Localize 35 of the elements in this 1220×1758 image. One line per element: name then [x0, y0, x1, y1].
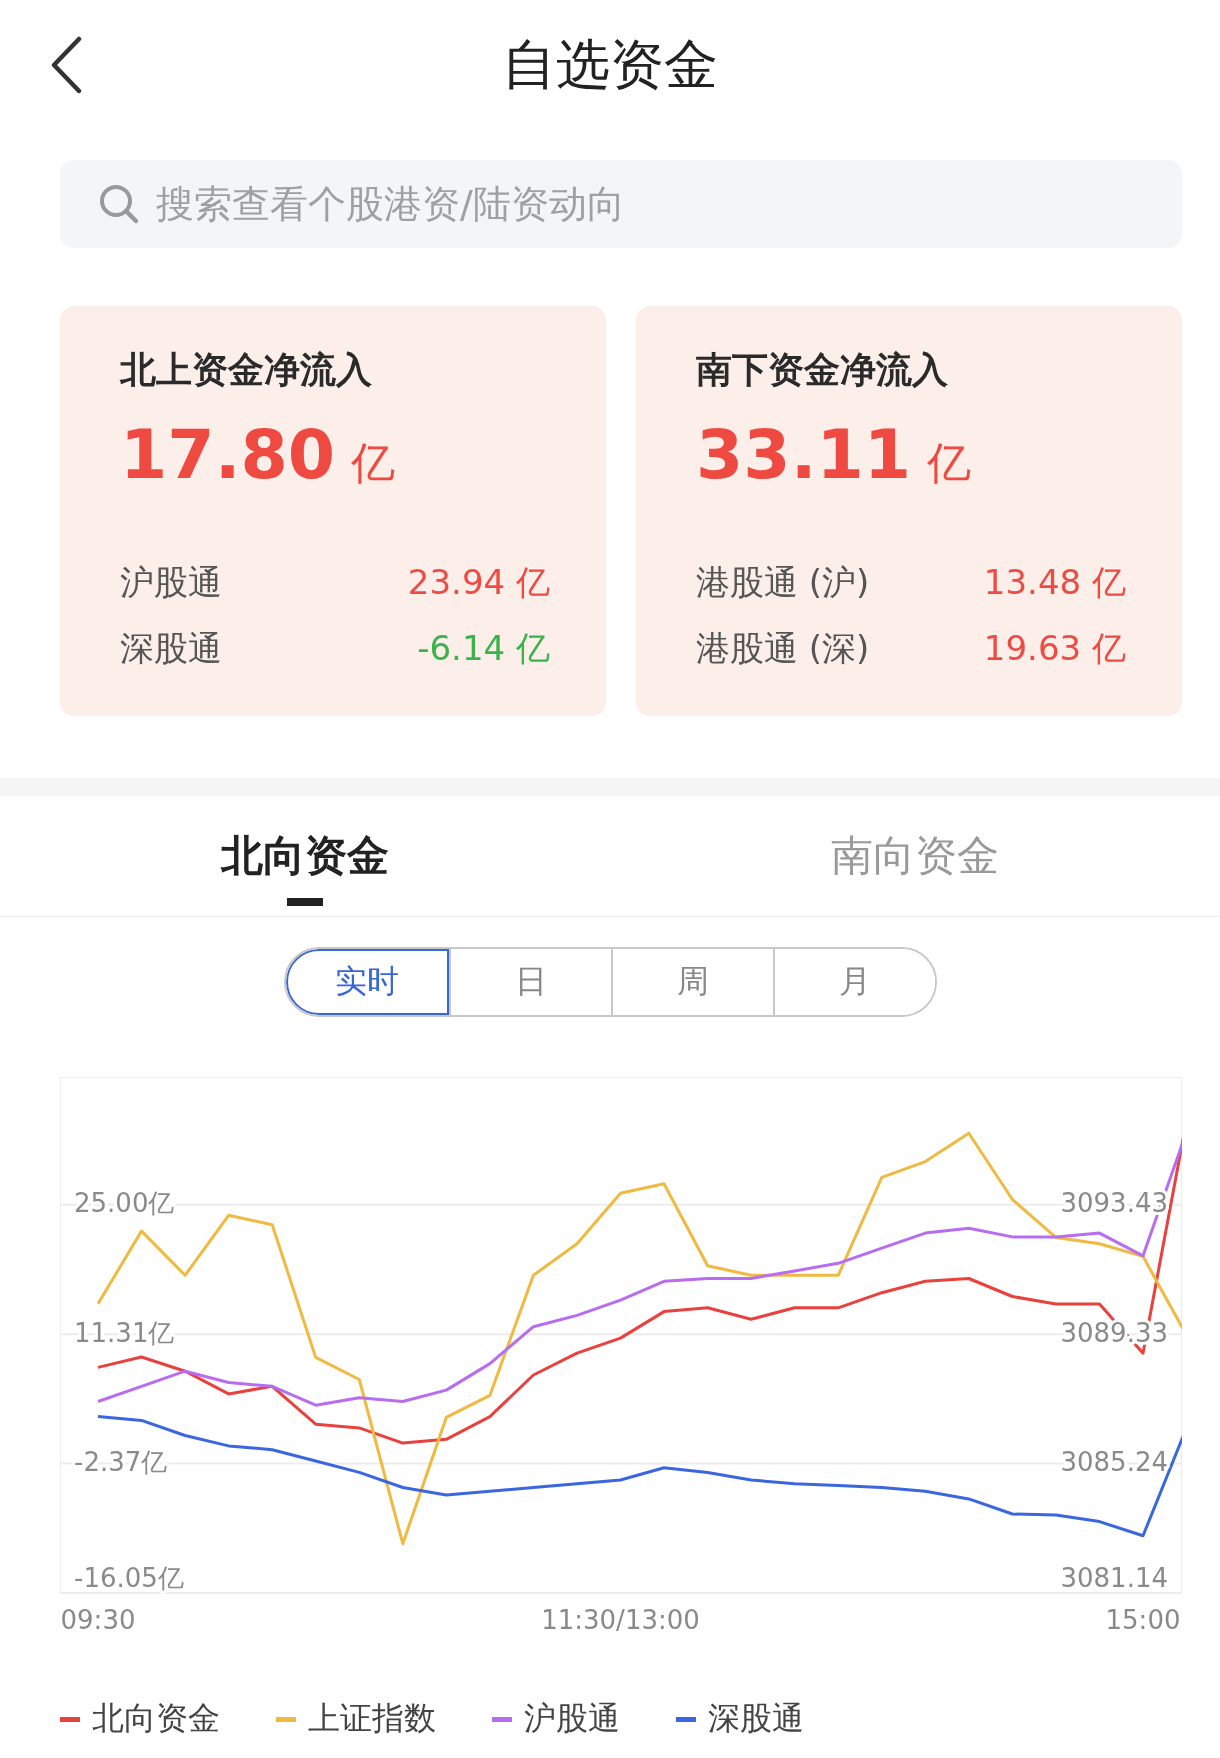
channel-label: 港股通 (深) [696, 627, 870, 670]
unit-label: 亿 [927, 436, 972, 490]
legend-label: 深股通 [708, 1698, 804, 1739]
legend-label: 上证指数 [308, 1698, 436, 1739]
axis-label: 25.00亿 [74, 1188, 175, 1219]
time-label: 15:00 [1105, 1605, 1181, 1635]
search-icon [98, 183, 140, 225]
axis-label: 11.31亿 [74, 1317, 175, 1348]
unit-label: 亿 [351, 436, 396, 490]
channel-value: -6.14 亿 [417, 627, 550, 670]
channel-value: 13.48 亿 [983, 561, 1126, 604]
channel-value: 23.94 亿 [407, 561, 550, 604]
net-inflow-value: 33.11 [696, 415, 912, 494]
axis-label: 3085.24 [1060, 1447, 1168, 1478]
legend-label: 沪股通 [524, 1698, 620, 1739]
axis-label: -16.05亿 [74, 1562, 184, 1593]
channel-label: 沪股通 [120, 561, 222, 604]
axis-label: 3081.14 [1060, 1562, 1168, 1593]
card-title: 北上资金净流入 [120, 348, 373, 392]
channel-value: 19.63 亿 [983, 627, 1126, 670]
channel-label: 深股通 [120, 627, 222, 670]
tab[interactable]: 北向资金 [0, 796, 610, 916]
time-label: 09:30 [60, 1605, 136, 1635]
time-label: 11:30/13:00 [541, 1605, 700, 1635]
net-inflow-value: 17.80 [120, 415, 336, 494]
axis-label: -2.37亿 [74, 1447, 168, 1478]
card-title: 南下资金净流入 [696, 348, 949, 392]
page-title: 自选资金 [502, 31, 718, 98]
channel-label: 港股通 (沪) [696, 561, 870, 604]
period-button[interactable]: 月 [772, 949, 935, 1015]
period-button[interactable]: 实时 [285, 949, 450, 1015]
search-field[interactable]: 搜索查看个股港资/陆资动向 [60, 160, 1182, 248]
back-icon[interactable] [50, 36, 82, 94]
tab[interactable]: 南向资金 [610, 796, 1220, 916]
legend-label: 北向资金 [92, 1698, 220, 1739]
